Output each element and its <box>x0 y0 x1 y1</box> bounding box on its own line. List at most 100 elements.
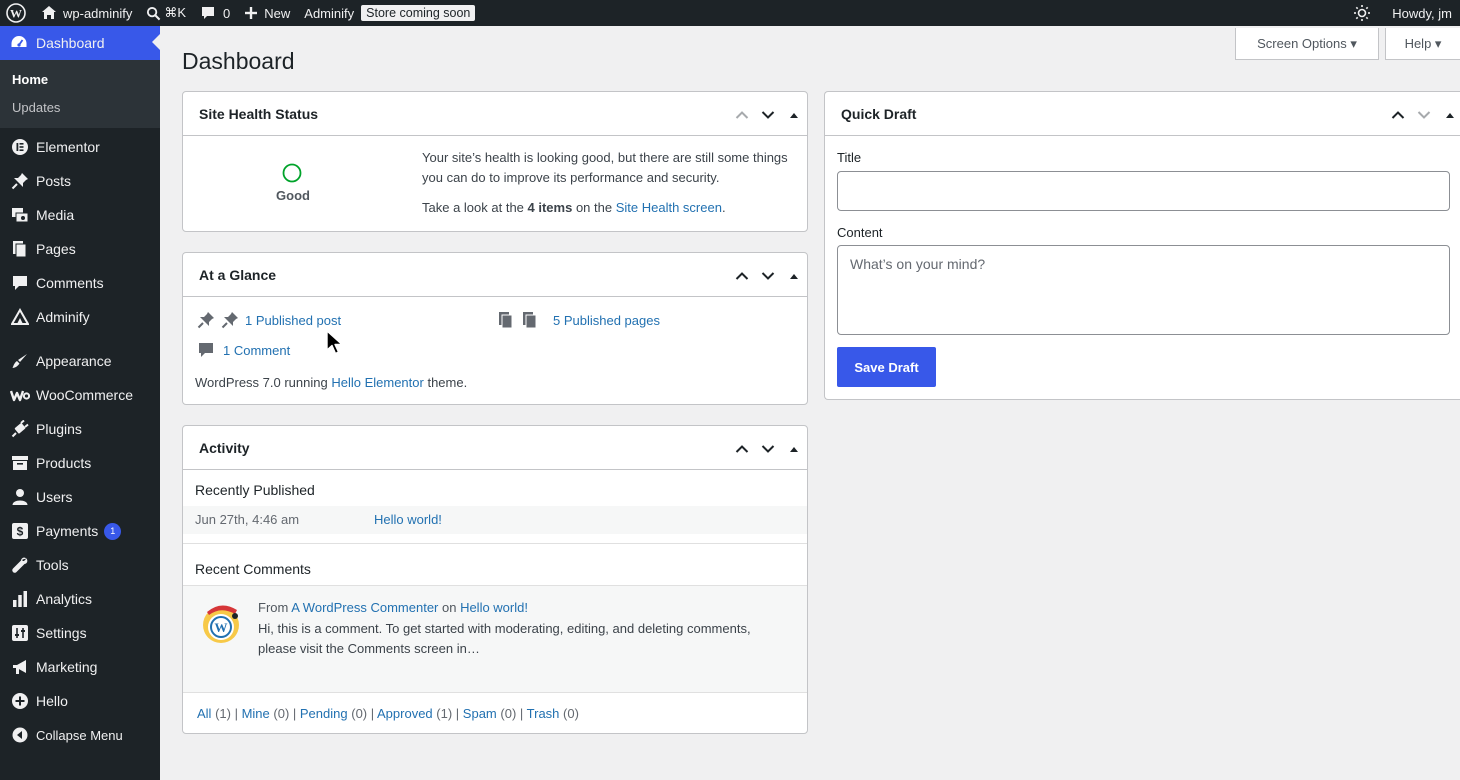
wordpress-version-text: WordPress 7.0 running Hello Elementor th… <box>195 375 467 390</box>
take-look-suffix: . <box>721 200 726 215</box>
recently-published-heading: Recently Published <box>195 482 315 498</box>
collapse-icon <box>10 725 30 745</box>
sun-icon <box>1354 5 1371 21</box>
theme-link[interactable]: Hello Elementor <box>331 375 424 390</box>
sidebar-item-comments[interactable]: Comments <box>0 266 160 300</box>
health-indicator-icon <box>281 162 303 187</box>
sidebar-item-woocommerce[interactable]: WooCommerce <box>0 378 160 412</box>
wp-version-suffix: theme. <box>423 375 468 390</box>
published-posts-link[interactable]: 1 Published post <box>245 313 341 328</box>
sidebar-item-pages[interactable]: Pages <box>0 232 160 266</box>
published-pages-link[interactable]: 5 Published pages <box>553 313 660 328</box>
sidebar-item-label: Pages <box>36 241 76 257</box>
sidebar-item-media[interactable]: Media <box>0 198 160 232</box>
dashboard-icon <box>10 34 30 52</box>
pin-icon <box>197 312 214 329</box>
filter-mine[interactable]: Mine <box>242 706 270 721</box>
adminify-icon <box>10 307 30 327</box>
avatar: W <box>199 600 243 649</box>
sidebar-item-label: Users <box>36 489 73 505</box>
move-down-icon[interactable] <box>1411 105 1437 125</box>
screen-options-button[interactable]: Screen Options ▾ <box>1235 28 1379 60</box>
comment-author-link[interactable]: A WordPress Commenter <box>291 600 438 615</box>
comments-count: 0 <box>223 5 231 21</box>
submenu-item-home[interactable]: Home <box>0 66 160 94</box>
filter-trash[interactable]: Trash <box>527 706 560 721</box>
sidebar-item-settings[interactable]: Settings <box>0 616 160 650</box>
sidebar-item-products[interactable]: Products <box>0 446 160 480</box>
toggle-panel-icon[interactable] <box>1437 105 1460 125</box>
widget-title: Activity <box>199 439 250 456</box>
sidebar-item-adminify[interactable]: Adminify <box>0 300 160 334</box>
widget-header: Site Health Status <box>183 92 807 136</box>
woocommerce-icon <box>10 385 30 405</box>
comments-link[interactable]: 0 <box>193 0 237 26</box>
sidebar-item-label: Payments <box>36 523 99 539</box>
move-down-icon[interactable] <box>755 439 781 459</box>
sidebar-item-posts[interactable]: Posts <box>0 164 160 198</box>
sidebar-item-users[interactable]: Users <box>0 480 160 514</box>
pages-icon <box>499 312 513 329</box>
filter-all[interactable]: All <box>197 706 211 721</box>
home-icon <box>42 6 56 19</box>
move-up-icon[interactable] <box>729 266 755 286</box>
activity-widget: Activity Recently Published Jun 27th, 4:… <box>182 425 808 734</box>
filter-count: (1) <box>436 706 453 721</box>
sidebar-item-marketing[interactable]: Marketing <box>0 650 160 684</box>
sidebar-item-dashboard[interactable]: Dashboard <box>0 26 160 60</box>
at-a-glance-widget: At a Glance 1 Published post 5 Published… <box>182 252 808 405</box>
comment-post-link[interactable]: Hello world! <box>460 600 528 615</box>
store-coming-soon-badge[interactable]: Store coming soon <box>361 0 482 26</box>
wordpress-logo-icon[interactable]: W <box>0 0 34 26</box>
my-account-link[interactable]: Howdy, jm <box>1385 0 1460 26</box>
sidebar-item-elementor[interactable]: Elementor <box>0 130 160 164</box>
move-down-icon[interactable] <box>755 266 781 286</box>
sidebar-item-payments[interactable]: $ Payments 1 <box>0 514 160 548</box>
help-button[interactable]: Help ▾ <box>1385 28 1460 60</box>
sidebar-item-label: Plugins <box>36 421 82 437</box>
published-post-link[interactable]: Hello world! <box>374 512 442 527</box>
move-down-icon[interactable] <box>755 105 781 125</box>
archive-icon <box>10 453 30 473</box>
bar-chart-icon <box>10 589 30 609</box>
filter-approved[interactable]: Approved <box>377 706 433 721</box>
sidebar-item-hello[interactable]: Hello <box>0 684 160 718</box>
glance-posts-link[interactable]: 1 Published post <box>197 311 341 329</box>
submenu-item-updates[interactable]: Updates <box>0 94 160 122</box>
sidebar-item-plugins[interactable]: Plugins <box>0 412 160 446</box>
content-textarea[interactable]: What’s on your mind? <box>837 245 1450 335</box>
comment-from-prefix: From <box>258 600 292 615</box>
filter-spam[interactable]: Spam <box>463 706 497 721</box>
take-look-mid: on the <box>572 200 616 215</box>
filter-pending[interactable]: Pending <box>300 706 348 721</box>
toggle-panel-icon[interactable] <box>781 105 807 125</box>
sidebar-item-tools[interactable]: Tools <box>0 548 160 582</box>
toggle-panel-icon[interactable] <box>781 439 807 459</box>
sidebar-item-analytics[interactable]: Analytics <box>0 582 160 616</box>
search-shortcut-label: ⌘K <box>164 5 187 20</box>
store-badge-label: Store coming soon <box>361 5 476 21</box>
site-health-screen-link[interactable]: Site Health screen <box>616 200 722 215</box>
sidebar-item-collapse-menu[interactable]: Collapse Menu <box>0 718 160 752</box>
save-draft-button[interactable]: Save Draft <box>837 347 936 387</box>
theme-toggle[interactable] <box>1339 0 1385 26</box>
glance-pages-link[interactable]: 5 Published pages <box>497 311 660 329</box>
glance-comments-link[interactable]: 1 Comment <box>197 341 290 359</box>
move-up-icon[interactable] <box>729 105 755 125</box>
site-name-link[interactable]: wp-adminify <box>34 0 139 26</box>
pages-icon <box>523 312 537 329</box>
content-label: Content <box>837 225 883 240</box>
brush-icon <box>10 351 30 371</box>
table-row: Jun 27th, 4:46 am Hello world! <box>183 506 807 534</box>
new-content-link[interactable]: New <box>237 0 297 26</box>
sidebar-item-label: Posts <box>36 173 72 189</box>
sidebar-item-appearance[interactable]: Appearance <box>0 344 160 378</box>
adminify-link[interactable]: Adminify <box>297 0 361 26</box>
comments-link[interactable]: 1 Comment <box>223 343 290 358</box>
move-up-icon[interactable] <box>729 439 755 459</box>
toggle-panel-icon[interactable] <box>781 266 807 286</box>
comment-excerpt: Hi, this is a comment. To get started wi… <box>258 621 751 656</box>
move-up-icon[interactable] <box>1385 105 1411 125</box>
search-shortcut[interactable]: ⌘K <box>139 0 193 26</box>
title-input[interactable] <box>837 171 1450 211</box>
